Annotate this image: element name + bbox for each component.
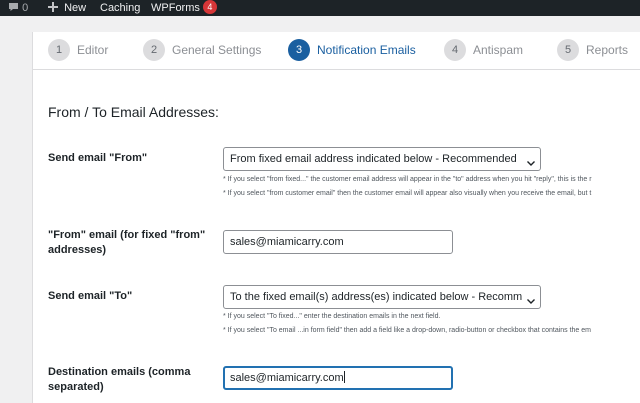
from-email-label: "From" email (for fixed "from" addresses… (48, 229, 206, 256)
step-number: 1 (48, 39, 70, 61)
step-reports[interactable]: 5 Reports (557, 37, 628, 63)
destination-emails-label: Destination emails (comma separated) (48, 366, 191, 393)
step-number: 3 (288, 39, 310, 61)
send-from-label: Send email "From" (48, 152, 148, 164)
wizard-steps: 1 Editor 2 General Settings 3 Notificati… (33, 32, 640, 70)
comments-count: 0 (22, 2, 29, 14)
step-number: 2 (143, 39, 165, 61)
admin-bar-caching[interactable]: Caching (100, 0, 140, 16)
send-to-select[interactable]: To the fixed email(s) address(es) indica… (223, 285, 541, 309)
send-from-note-2: * If you select "from customer email" th… (223, 190, 592, 197)
section-heading: From / To Email Addresses: (48, 104, 219, 120)
send-to-label: Send email "To" (48, 290, 133, 302)
settings-panel: 1 Editor 2 General Settings 3 Notificati… (32, 32, 640, 403)
step-label: General Settings (172, 43, 262, 57)
step-notification-emails[interactable]: 3 Notification Emails (288, 37, 416, 63)
step-label: Reports (586, 43, 629, 57)
step-general-settings[interactable]: 2 General Settings (143, 37, 261, 63)
from-email-value: sales@miamicarry.com (230, 236, 344, 248)
step-editor[interactable]: 1 Editor (48, 37, 108, 63)
from-email-field[interactable]: sales@miamicarry.com (223, 230, 453, 254)
chevron-down-icon (526, 292, 536, 304)
admin-bar: 0 New Caching WPForms 4 (0, 0, 640, 16)
step-label: Editor (77, 43, 109, 57)
wpforms-notification-badge: 4 (202, 0, 217, 14)
send-from-selected-value: From fixed email address indicated below… (230, 153, 517, 165)
wpforms-label: WPForms (151, 2, 200, 14)
caching-label: Caching (100, 2, 141, 14)
step-number: 5 (557, 39, 579, 61)
step-label: Notification Emails (317, 43, 416, 57)
new-label: New (64, 2, 87, 14)
step-label: Antispam (473, 43, 524, 57)
send-to-note-1: * If you select "To fixed..." enter the … (223, 313, 441, 320)
admin-bar-wpforms[interactable]: WPForms 4 (151, 0, 217, 16)
chevron-down-icon (526, 154, 536, 166)
plus-icon (48, 2, 61, 14)
comment-icon (8, 2, 22, 14)
destination-emails-field[interactable]: sales@miamicarry.com (223, 366, 453, 390)
step-antispam[interactable]: 4 Antispam (444, 37, 523, 63)
text-cursor (343, 371, 345, 383)
step-number: 4 (444, 39, 466, 61)
send-from-select[interactable]: From fixed email address indicated below… (223, 147, 541, 171)
admin-bar-new[interactable]: New (48, 0, 86, 16)
send-from-note-1: * If you select "from fixed..." the cust… (223, 176, 592, 183)
send-to-note-2: * If you select "To email ...in form fie… (223, 327, 591, 334)
send-to-selected-value: To the fixed email(s) address(es) indica… (230, 291, 523, 303)
destination-emails-value: sales@miamicarry.com (230, 372, 344, 384)
admin-bar-comments[interactable]: 0 (8, 0, 28, 16)
